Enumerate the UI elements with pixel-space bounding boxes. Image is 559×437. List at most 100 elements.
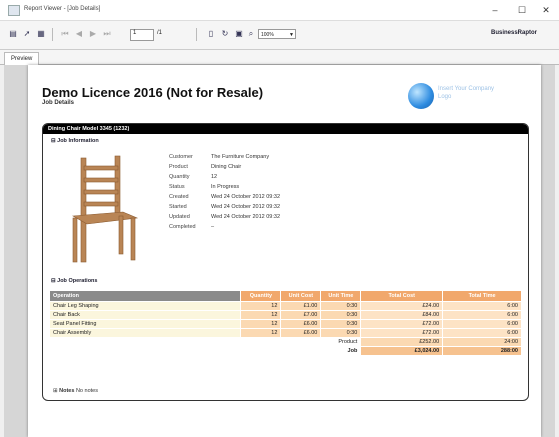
report-viewport[interactable]: Demo Licence 2016 (Not for Resale) Job D… [4,65,555,437]
total-time-cell: 6:00 [442,301,522,311]
total-cost-cell: £84.00 [360,310,444,320]
collapse-icon[interactable]: ⊟ [51,138,56,144]
field-value: 12 [211,174,218,180]
field-value: – [211,224,215,230]
operation-cell: Chair Back [48,310,242,320]
table-row: Chair Back 12 £7.00 0:30 £84.00 6:00 [48,310,522,320]
operation-cell: Seat Panel Fitting [48,319,242,329]
column-header: Total Time [442,290,522,302]
job-total-row: Job £3,024.00 288:00 [48,346,522,356]
product-total-time: 24:00 [442,337,522,347]
product-total-cost: £252.00 [360,337,444,347]
zoom-value: 100% [261,32,274,38]
next-page-icon[interactable]: ▶ [88,29,98,39]
column-header: Quantity [240,290,282,302]
field-label: Started [169,204,187,210]
tab-strip: Preview [0,50,559,65]
job-card-header: Dining Chair Model 3345 (1232) [43,124,528,134]
job-information-heading: ⊟ Job Information [51,138,99,144]
blank-cell [240,346,282,356]
notes-value: No notes [75,388,98,394]
print-layout-icon[interactable]: ▣ [234,29,244,39]
total-cost-cell: £72.00 [360,328,444,338]
page-setup-icon[interactable]: ▦ [36,29,46,39]
job-information-label: Job Information [57,138,99,144]
job-operations-label: Job Operations [57,278,98,284]
field-label: Customer [169,154,193,160]
column-header: Unit Time [320,290,362,302]
window-title: Report Viewer - [Job Details] [24,6,101,12]
unit-time-cell: 0:30 [320,319,362,329]
table-row: Seat Panel Fitting 12 £6.00 0:30 £72.00 … [48,319,522,329]
field-value: In Progress [211,184,240,190]
single-page-icon[interactable]: ▯ [206,29,216,39]
field-label: Status [169,184,185,190]
field-label: Quantity [169,174,190,180]
field-value: Wed 24 October 2012 09:32 [211,204,281,210]
blank-cell [280,337,322,347]
chevron-down-icon: ▼ [289,32,294,38]
blank-cell [48,337,242,347]
quantity-cell: 12 [240,301,282,311]
job-total-time: 288:00 [442,346,522,356]
column-header: Operation [48,290,242,302]
unit-cost-cell: £7.00 [280,310,322,320]
field-label: Completed [169,224,196,230]
field-value: The Furniture Company [211,154,270,160]
close-button[interactable]: ✕ [534,3,558,17]
blank-cell [280,346,322,356]
total-time-cell: 6:00 [442,319,522,329]
quantity-cell: 12 [240,310,282,320]
maximize-button[interactable]: ☐ [510,3,534,17]
unit-time-cell: 0:30 [320,301,362,311]
title-bar: Report Viewer - [Job Details] – ☐ ✕ [0,0,559,21]
previous-page-icon[interactable]: ◀ [74,29,84,39]
product-total-row: Product £252.00 24:00 [48,337,522,347]
blank-cell [48,346,242,356]
job-total-label: Job [320,346,362,356]
notes-label: Notes [59,388,75,394]
globe-logo-icon [408,83,434,109]
page-number-value: 1 [133,30,137,36]
table-row: Chair Assembly 12 £6.00 0:30 £72.00 6:00 [48,328,522,338]
total-cost-cell: £72.00 [360,319,444,329]
operation-cell: Chair Leg Shaping [48,301,242,311]
field-value: Wed 24 October 2012 09:32 [211,214,281,220]
toolbar-separator [196,28,197,41]
print-icon[interactable]: ▤ [8,29,18,39]
total-cost-cell: £24.00 [360,301,444,311]
app-icon [8,5,20,16]
zoom-icon[interactable]: ⌕ [246,29,256,39]
refresh-icon[interactable]: ↻ [220,29,230,39]
operation-cell: Chair Assembly [48,328,242,338]
expand-icon[interactable]: ⊞ [53,388,58,394]
toolbar: ▤ ➚ ▦ ⏮ ◀ ▶ ⏭ 1 /1 ▯ ↻ ▣ ⌕ 100% ▼ Busine… [0,21,559,50]
field-value: Dining Chair [211,164,242,170]
last-page-icon[interactable]: ⏭ [102,29,112,39]
page-count: /1 [157,30,163,36]
report-page: Demo Licence 2016 (Not for Resale) Job D… [28,65,541,437]
product-image [53,152,153,268]
column-header: Total Cost [360,290,444,302]
tab-preview[interactable]: Preview [4,52,40,65]
export-icon[interactable]: ➚ [22,29,32,39]
unit-time-cell: 0:30 [320,310,362,320]
field-label: Updated [169,214,190,220]
total-time-cell: 6:00 [442,310,522,320]
field-value: Wed 24 October 2012 09:32 [211,194,281,200]
collapse-icon[interactable]: ⊟ [51,278,56,284]
unit-cost-cell: £6.00 [280,319,322,329]
product-total-label: Product [320,337,362,347]
unit-cost-cell: £1.00 [280,301,322,311]
field-label: Created [169,194,189,200]
operations-table: Operation Quantity Unit Cost Unit Time T… [48,290,522,356]
minimize-button[interactable]: – [483,3,507,17]
column-header: Unit Cost [280,290,322,302]
job-card: Dining Chair Model 3345 (1232) ⊟ Job Inf… [42,123,529,401]
page-number-input[interactable]: 1 [130,29,154,41]
zoom-select[interactable]: 100% ▼ [258,29,296,39]
first-page-icon[interactable]: ⏮ [60,29,70,39]
table-header-row: Operation Quantity Unit Cost Unit Time T… [48,290,522,302]
brand-logo: BusinessRaptor [491,30,538,36]
unit-time-cell: 0:30 [320,328,362,338]
